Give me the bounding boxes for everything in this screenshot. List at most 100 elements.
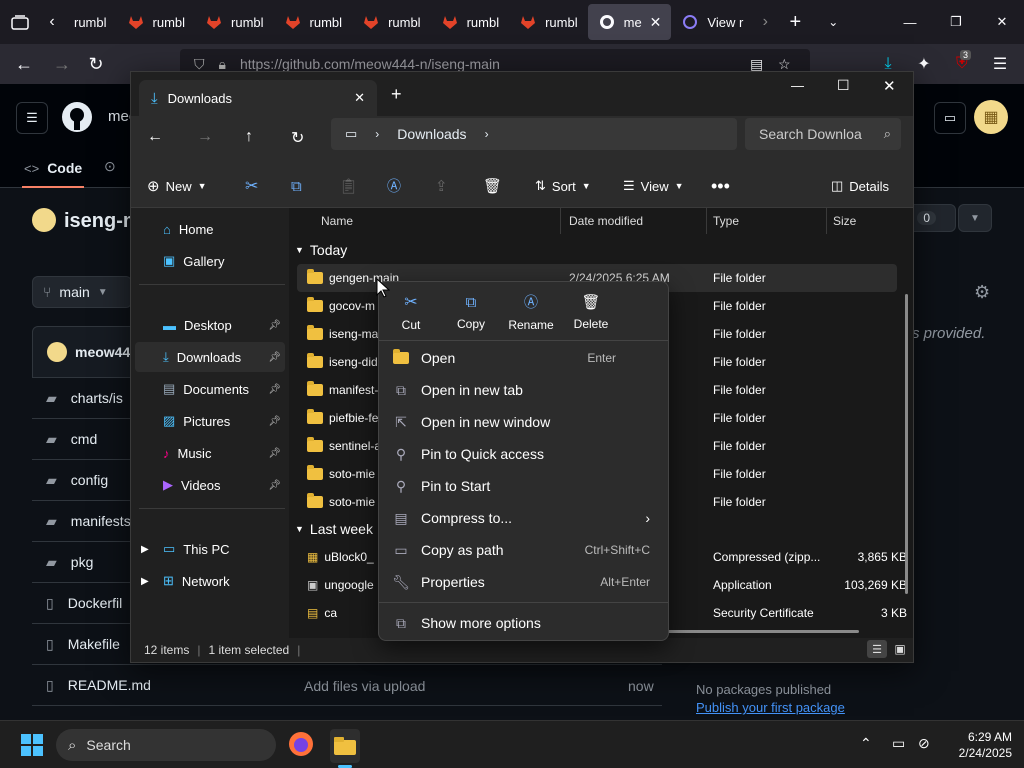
cut-icon[interactable]: ✂	[245, 164, 258, 208]
star-dropdown[interactable]: ▼	[958, 204, 992, 232]
menu-item-open-new-window[interactable]: ⇱ Open in new window	[383, 407, 664, 437]
chevron-right-icon[interactable]: ›	[485, 127, 489, 141]
display-icon[interactable]: ▭	[892, 735, 905, 752]
column-header-date[interactable]: Date modified	[569, 208, 707, 234]
menu-item-open[interactable]: Open Enter	[383, 343, 664, 373]
back-icon[interactable]: ←	[12, 54, 36, 75]
details-button[interactable]: ◫ Details	[831, 164, 889, 208]
taskbar-search[interactable]: ⌕ Search	[56, 729, 276, 761]
file-explorer-icon[interactable]	[330, 729, 360, 763]
menu-item-pin-start[interactable]: ⚲ Pin to Start	[383, 471, 664, 501]
column-header-name[interactable]: Name	[321, 208, 561, 234]
minimize-icon[interactable]: —	[896, 15, 924, 30]
tabs-scroll-left-icon[interactable]: ‹	[40, 0, 64, 44]
sidebar-item-downloads[interactable]: ⤓ Downloads 📌︎	[135, 342, 285, 372]
list-tabs-icon[interactable]: ⌄	[813, 15, 853, 29]
explorer-tab[interactable]: ⤓ Downloads ✕	[139, 80, 377, 116]
clock[interactable]: 6:29 AM 2/24/2025	[948, 729, 1012, 761]
tiles-view-icon[interactable]: ▣	[891, 640, 909, 658]
issues-icon[interactable]: ⊙	[104, 158, 116, 175]
tab-overview-icon[interactable]	[0, 0, 40, 44]
menu-item-properties[interactable]: 🔧︎ Properties Alt+Enter	[383, 567, 664, 597]
menu-item-open-new-tab[interactable]: ⧉ Open in new tab	[383, 375, 664, 405]
sidebar-item-desktop[interactable]: ▬ Desktop 📌︎	[135, 310, 285, 340]
sidebar-item-videos[interactable]: ▶ Videos 📌︎	[135, 470, 285, 500]
sidebar-item-documents[interactable]: ▤ Documents 📌︎	[135, 374, 285, 404]
sidebar-item-music[interactable]: ♪ Music 📌︎	[135, 438, 285, 468]
menu-icon[interactable]: ☰	[988, 54, 1012, 74]
column-header-type[interactable]: Type	[713, 208, 827, 234]
search-icon[interactable]: ⌕	[884, 126, 891, 142]
shield-icon[interactable]: ⛉	[194, 56, 205, 73]
column-header-size[interactable]: Size	[833, 208, 913, 234]
delete-icon[interactable]: 🗑︎	[483, 164, 502, 208]
browser-tab[interactable]: rumbl	[64, 0, 117, 44]
upload-commit-msg[interactable]: Add files via upload	[304, 678, 425, 694]
menu-item-show-more[interactable]: ⧉ Show more options	[383, 608, 664, 638]
back-icon[interactable]: ←	[147, 128, 163, 146]
forward-icon[interactable]: →	[50, 54, 74, 75]
expand-chevron-icon[interactable]: ▶	[141, 576, 149, 587]
tabs-scroll-right-icon[interactable]: ›	[753, 13, 777, 31]
firefox-icon[interactable]	[288, 731, 314, 760]
avatar[interactable]: ▦	[974, 100, 1008, 134]
breadcrumb[interactable]: Downloads	[397, 126, 466, 142]
expand-chevron-icon[interactable]: ▶	[141, 544, 149, 555]
rename-button[interactable]: Ⓐ Rename	[503, 288, 559, 336]
more-options-icon[interactable]: •••	[711, 164, 730, 208]
reader-view-icon[interactable]: ▤	[750, 56, 763, 73]
maximize-icon[interactable]: ☐	[837, 77, 850, 94]
group-header-last-week[interactable]: ▼ Last week	[295, 517, 373, 541]
github-logo-icon[interactable]	[60, 100, 94, 134]
address-bar[interactable]: ▭ › Downloads ›	[331, 118, 737, 150]
details-view-icon[interactable]: ☰	[867, 640, 887, 658]
browser-tab[interactable]: rumbl	[509, 0, 588, 44]
rename-icon[interactable]: Ⓐ	[387, 164, 401, 208]
refresh-icon[interactable]: ↻	[291, 128, 304, 148]
menu-item-pin-quick-access[interactable]: ⚲ Pin to Quick access	[383, 439, 664, 469]
chevron-up-icon[interactable]: ⌃	[860, 735, 872, 752]
forward-icon[interactable]: →	[197, 128, 213, 146]
sidebar-item-home[interactable]: ⌂ Home	[135, 214, 285, 244]
sidebar-item-thispc[interactable]: ▶ ▭ This PC	[135, 534, 285, 564]
minimize-icon[interactable]: —	[791, 78, 804, 93]
close-window-icon[interactable]: ✕	[883, 77, 896, 95]
delete-button[interactable]: 🗑︎ Delete	[563, 288, 619, 336]
bookmark-star-icon[interactable]: ☆	[778, 56, 791, 73]
vertical-scrollbar[interactable]	[905, 294, 908, 594]
up-icon[interactable]: ↑	[245, 128, 253, 146]
browser-tab[interactable]: View r	[671, 0, 753, 44]
browser-tab[interactable]: rumbl	[195, 0, 274, 44]
menu-item-copy-path[interactable]: ▭ Copy as path Ctrl+Shift+C	[383, 535, 664, 565]
menu-item-compress[interactable]: ▤ Compress to... ›	[383, 503, 664, 533]
new-tab-icon[interactable]: +	[777, 11, 813, 34]
hamburger-icon[interactable]: ☰	[16, 102, 48, 134]
browser-tab-active[interactable]: me ✕	[587, 4, 672, 40]
reload-icon[interactable]: ↻	[84, 54, 108, 75]
browser-tab[interactable]: rumbl	[352, 0, 431, 44]
commit-author[interactable]: meow44	[75, 344, 130, 360]
close-tab-icon[interactable]: ✕	[650, 14, 662, 31]
inbox-icon[interactable]: ▭	[934, 102, 966, 134]
publish-package-link[interactable]: Publish your first package	[696, 700, 845, 715]
cut-button[interactable]: ✂ Cut	[383, 288, 439, 336]
restore-icon[interactable]: ❐	[942, 14, 970, 30]
close-tab-icon[interactable]: ✕	[354, 90, 365, 106]
sidebar-item-network[interactable]: ▶ ⊞ Network	[135, 566, 285, 596]
group-header-today[interactable]: ▼ Today	[295, 238, 347, 262]
sort-button[interactable]: ⇅ Sort ▼	[535, 164, 591, 208]
tab-code[interactable]: <> Code	[22, 150, 85, 188]
url-text[interactable]: https://github.com/meow444-n/iseng-main	[240, 56, 500, 72]
copy-button[interactable]: ⧉ Copy	[443, 288, 499, 336]
new-button[interactable]: ⊕ New ▼	[147, 164, 207, 208]
new-tab-icon[interactable]: +	[391, 84, 402, 105]
view-button[interactable]: ☰ View ▼	[623, 164, 684, 208]
branch-selector[interactable]: ⑂ main ▼	[32, 276, 132, 308]
extensions-icon[interactable]: ✦	[912, 54, 936, 74]
network-status-icon[interactable]: ⊘	[918, 735, 930, 752]
search-box[interactable]: Search Downloa ⌕	[745, 118, 901, 150]
share-icon[interactable]: ⇪	[435, 164, 448, 208]
copy-icon[interactable]: ⧉	[291, 164, 302, 208]
gear-icon[interactable]: ⚙	[974, 282, 990, 303]
sidebar-item-pictures[interactable]: ▨ Pictures 📌︎	[135, 406, 285, 436]
